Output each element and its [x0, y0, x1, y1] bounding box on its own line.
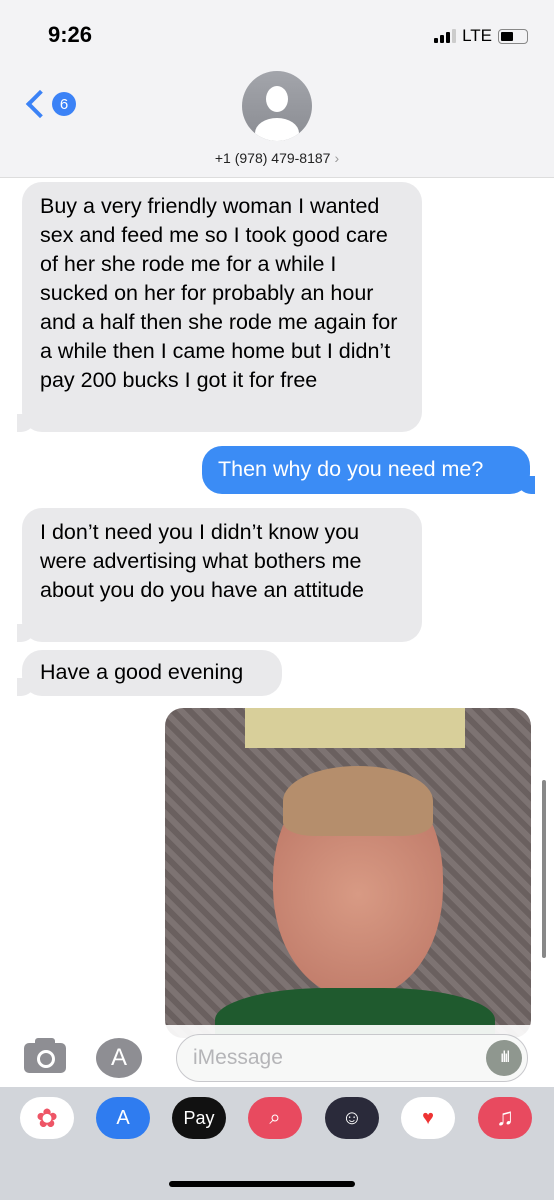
message-input[interactable] [177, 1035, 477, 1080]
status-icons: LTE [434, 26, 528, 46]
camera-icon[interactable] [24, 1038, 66, 1073]
conversation-header: 9:26 LTE 6 +1 (978) 479-8187 › [0, 0, 554, 178]
app-store-icon[interactable]: A [96, 1038, 142, 1078]
contact-name[interactable]: +1 (978) 479-8187 › [0, 150, 554, 166]
status-time: 9:26 [48, 22, 93, 47]
signal-icon [434, 29, 457, 43]
apple-pay-label: Pay [183, 1107, 215, 1128]
photo-message[interactable] [165, 708, 531, 1038]
home-indicator[interactable] [169, 1181, 355, 1187]
back-button[interactable]: 6 [22, 89, 76, 119]
network-label: LTE [462, 26, 492, 45]
chevron-left-icon [25, 89, 55, 119]
compose-bar: A ılıl [0, 1025, 554, 1087]
image-search-app-icon[interactable]: ⌕ [248, 1097, 302, 1139]
unread-badge: 6 [52, 92, 76, 116]
memoji-app-icon[interactable]: ☺ [325, 1097, 379, 1139]
contact-avatar[interactable] [242, 71, 312, 141]
chevron-right-icon: › [334, 150, 340, 166]
contact-number: +1 (978) 479-8187 [214, 150, 331, 166]
audio-message-icon[interactable]: ılıl [486, 1040, 522, 1076]
message-text: I don’t need you I didn’t know you were … [40, 520, 364, 602]
photos-app-icon[interactable]: ✿ [20, 1097, 74, 1139]
message-text: Buy a very friendly woman I wanted sex a… [40, 194, 398, 392]
music-app-icon[interactable]: ♫ [478, 1097, 532, 1139]
memoji-stickers-app-icon[interactable]: ♥ [401, 1097, 455, 1139]
scrollbar[interactable] [542, 780, 546, 958]
incoming-message[interactable]: Buy a very friendly woman I wanted sex a… [17, 182, 422, 432]
message-field[interactable]: ılıl [176, 1034, 528, 1082]
incoming-message[interactable]: I don’t need you I didn’t know you were … [17, 508, 422, 642]
message-text: Then why do you need me? [218, 457, 484, 481]
app-store-app-icon[interactable]: A [96, 1097, 150, 1139]
message-text: Have a good evening [40, 660, 244, 684]
outgoing-message[interactable]: Then why do you need me? [202, 446, 535, 494]
incoming-message[interactable]: Have a good evening [17, 650, 282, 696]
battery-icon [498, 28, 528, 44]
apple-pay-app-icon[interactable]: Pay [172, 1097, 226, 1139]
